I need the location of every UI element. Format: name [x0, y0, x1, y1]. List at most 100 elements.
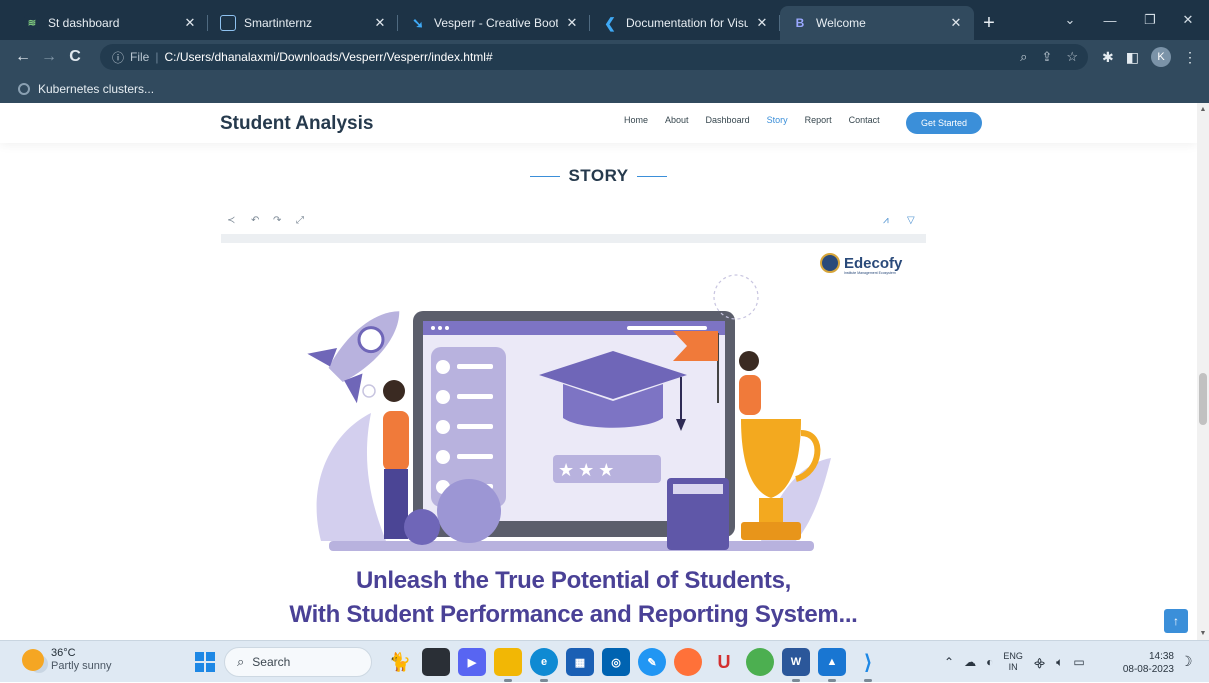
tab-search-chevron-icon[interactable]: ⌄	[1052, 0, 1088, 40]
scroll-up-icon[interactable]: ▲	[1197, 106, 1209, 113]
tab-favicon-icon: ≋	[24, 15, 40, 31]
extensions-icon[interactable]: ✱	[1102, 49, 1114, 66]
onedrive-icon[interactable]: ☁	[964, 655, 976, 669]
date: 08-08-2023	[1122, 664, 1174, 675]
tab-title: St dashboard	[48, 16, 120, 30]
teams-chat-icon[interactable]: ▶	[458, 648, 486, 676]
nav-about[interactable]: About	[665, 115, 689, 125]
language-code: ENG	[1003, 651, 1023, 661]
taskbar-search[interactable]: ⌕ Search	[224, 647, 372, 677]
tab-smartinternz[interactable]: Smartinternz ✕	[208, 6, 398, 40]
minimize-icon[interactable]: —	[1092, 0, 1128, 40]
task-view-icon[interactable]	[422, 648, 450, 676]
search-placeholder: Search	[252, 655, 291, 669]
word-icon[interactable]: W	[782, 648, 810, 682]
vscode-icon: ❮	[604, 14, 616, 31]
firefox-icon[interactable]	[674, 648, 702, 676]
language-indicator[interactable]: ENG IN	[1003, 651, 1023, 673]
restore-icon[interactable]: ❐	[1132, 0, 1168, 40]
battery-icon[interactable]: ▭	[1073, 655, 1084, 669]
story-toolbar: ≺ ↶ ↷ ⤢ ⩘ ▽	[221, 209, 926, 233]
partly-sunny-icon	[22, 649, 44, 671]
education-illustration	[307, 274, 831, 551]
menu-kebab-icon[interactable]: ⋮	[1183, 49, 1197, 66]
undo-icon[interactable]: ↶	[251, 215, 259, 226]
app-orb-icon[interactable]: ✎	[638, 648, 666, 676]
tab-favicon-icon	[220, 15, 236, 31]
profile-avatar[interactable]: K	[1151, 47, 1171, 67]
filter-icon[interactable]: ▽	[907, 215, 915, 226]
reload-icon[interactable]: C	[62, 44, 88, 70]
story-headline-2: With Student Performance and Reporting S…	[289, 601, 858, 628]
side-panel-icon[interactable]: ◧	[1126, 49, 1139, 66]
windows-start-icon[interactable]	[195, 652, 215, 672]
close-window-icon[interactable]: ✕	[1170, 0, 1206, 40]
tab-vesperr[interactable]: ➘ Vesperr - Creative Bootstrap ✕	[398, 6, 590, 40]
tab-favicon-icon: ➘	[412, 14, 424, 31]
tab-welcome[interactable]: B Welcome ✕	[780, 6, 974, 40]
mcafee-icon[interactable]: U	[710, 648, 738, 676]
browser-tab-strip: ≋ St dashboard ✕ Smartinternz ✕ ➘ Vesper…	[0, 0, 1209, 40]
clock[interactable]: 14:38 08-08-2023	[1118, 650, 1174, 676]
cat-app-icon[interactable]: 🐈	[386, 648, 414, 676]
share-icon[interactable]: ≺	[227, 215, 235, 226]
file-explorer-icon[interactable]	[494, 648, 522, 682]
share-icon[interactable]: ⇪	[1041, 49, 1052, 65]
nav-home[interactable]: Home	[624, 115, 648, 125]
tab-favicon-icon: B	[795, 16, 805, 30]
back-icon[interactable]: ←	[10, 44, 36, 70]
notification-icon[interactable]: ☽	[1180, 653, 1193, 670]
bookmark-kubernetes[interactable]: Kubernetes clusters...	[38, 82, 154, 96]
redo-icon[interactable]: ↷	[273, 215, 281, 226]
heading-rule	[636, 176, 667, 178]
zoom-icon[interactable]: ⌕	[1020, 49, 1027, 65]
url-text[interactable]: C:/Users/dhanalaxmi/Downloads/Vesperr/Ve…	[164, 50, 492, 64]
section-heading: STORY	[0, 166, 1197, 186]
windows-taskbar: 36°C Partly sunny ⌕ Search 🐈 ▶ e ▦ ◎ ✎ U…	[0, 640, 1209, 682]
nav-story[interactable]: Story	[767, 115, 788, 125]
tab-close-icon[interactable]: ✕	[564, 15, 580, 31]
nav-dashboard[interactable]: Dashboard	[706, 115, 750, 125]
chrome-icon[interactable]	[746, 648, 774, 676]
site-nav: Home About Dashboard Story Report Contac…	[624, 115, 880, 125]
site-header: Student Analysis Home About Dashboard St…	[0, 103, 1197, 143]
tab-close-icon[interactable]: ✕	[948, 15, 964, 31]
wifi-icon[interactable]: ᯽	[1033, 654, 1046, 671]
back-to-top-button[interactable]: ↑	[1164, 609, 1188, 633]
tab-close-icon[interactable]: ✕	[372, 15, 388, 31]
photos-icon[interactable]: ▲	[818, 648, 846, 682]
chart-icon[interactable]: ⩘	[883, 215, 889, 226]
site-brand[interactable]: Student Analysis	[220, 113, 373, 135]
volume-icon[interactable]: 🔈︎	[1056, 655, 1063, 670]
nav-report[interactable]: Report	[805, 115, 832, 125]
nav-contact[interactable]: Contact	[849, 115, 880, 125]
address-bar[interactable]: ⓘ File | C:/Users/dhanalaxmi/Downloads/V…	[100, 44, 1088, 70]
bookmark-globe-icon	[18, 82, 30, 95]
page-scrollbar[interactable]: ▲ ▼	[1197, 103, 1209, 640]
bookmarks-bar: Kubernetes clusters...	[0, 74, 1209, 103]
new-tab-button[interactable]: +	[974, 6, 1004, 40]
tab-vscode-docs[interactable]: ❮ Documentation for Visual Stu ✕	[590, 6, 780, 40]
weather-widget[interactable]: 36°C Partly sunny	[22, 647, 112, 673]
tab-title: Vesperr - Creative Bootstrap	[434, 16, 558, 30]
app-blue-icon[interactable]: ◎	[602, 648, 630, 676]
scrollbar-thumb[interactable]	[1199, 373, 1207, 425]
scroll-down-icon[interactable]: ▼	[1197, 630, 1209, 637]
store-icon[interactable]: ▦	[566, 648, 594, 676]
vscode-icon[interactable]: ⟩	[854, 648, 882, 682]
browser-toolbar: ← → C ⓘ File | C:/Users/dhanalaxmi/Downl…	[0, 40, 1209, 74]
tray-app-icon[interactable]: ◐	[986, 655, 993, 669]
info-icon[interactable]: ⓘ	[112, 49, 124, 66]
tab-close-icon[interactable]: ✕	[182, 15, 198, 31]
tab-close-icon[interactable]: ✕	[754, 15, 770, 31]
forward-icon[interactable]: →	[36, 44, 62, 70]
tray-chevron-icon[interactable]: ⌃	[944, 655, 954, 669]
story-gap	[221, 234, 926, 243]
heading-rule	[530, 176, 561, 178]
edge-icon[interactable]: e	[530, 648, 558, 682]
get-started-button[interactable]: Get Started	[906, 112, 982, 134]
bookmark-star-icon[interactable]: ☆	[1066, 49, 1078, 65]
page-viewport: Student Analysis Home About Dashboard St…	[0, 103, 1197, 640]
fullscreen-icon[interactable]: ⤢	[296, 215, 304, 226]
tab-st-dashboard[interactable]: ≋ St dashboard ✕	[12, 6, 208, 40]
